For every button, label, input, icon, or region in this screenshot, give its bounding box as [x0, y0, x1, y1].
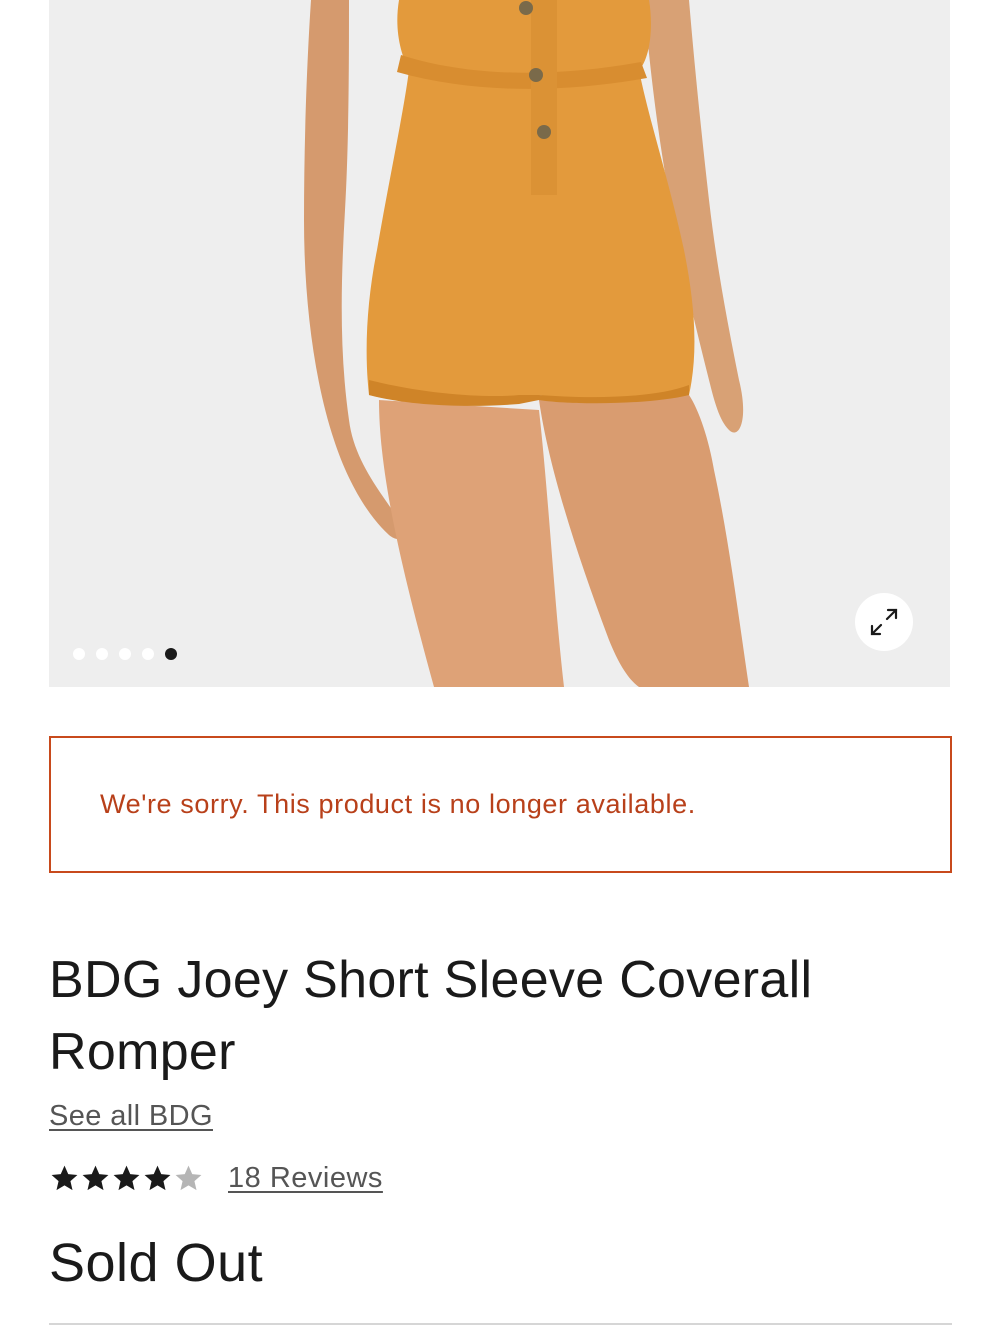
star-filled-icon	[51, 1165, 78, 1190]
carousel-dot[interactable]	[96, 648, 108, 660]
unavailable-notice: We're sorry. This product is no longer a…	[49, 736, 952, 873]
star-empty-icon	[175, 1165, 202, 1190]
expand-image-button[interactable]	[855, 593, 913, 651]
divider	[49, 1323, 952, 1325]
reviews-link[interactable]: 18 Reviews	[228, 1162, 383, 1195]
carousel-dot[interactable]	[142, 648, 154, 660]
see-all-brand-link[interactable]: See all BDG	[49, 1100, 213, 1133]
carousel-dot[interactable]	[73, 648, 85, 660]
expand-arrows-icon	[870, 608, 898, 636]
star-filled-icon	[82, 1165, 109, 1190]
star-filled-icon	[144, 1165, 171, 1190]
carousel-dot[interactable]	[119, 648, 131, 660]
product-page: We're sorry. This product is no longer a…	[0, 0, 1000, 1333]
sold-out-status: Sold Out	[49, 1233, 264, 1293]
star-filled-icon	[113, 1165, 140, 1190]
star-rating	[49, 1163, 204, 1194]
product-image-gallery[interactable]	[49, 0, 950, 687]
rating-row: 18 Reviews	[49, 1158, 383, 1198]
product-photo	[49, 0, 950, 687]
carousel-dots	[73, 648, 177, 660]
product-title: BDG Joey Short Sleeve Coverall Romper	[49, 951, 813, 1081]
carousel-dot-active[interactable]	[165, 648, 177, 660]
unavailable-message: We're sorry. This product is no longer a…	[100, 789, 696, 819]
